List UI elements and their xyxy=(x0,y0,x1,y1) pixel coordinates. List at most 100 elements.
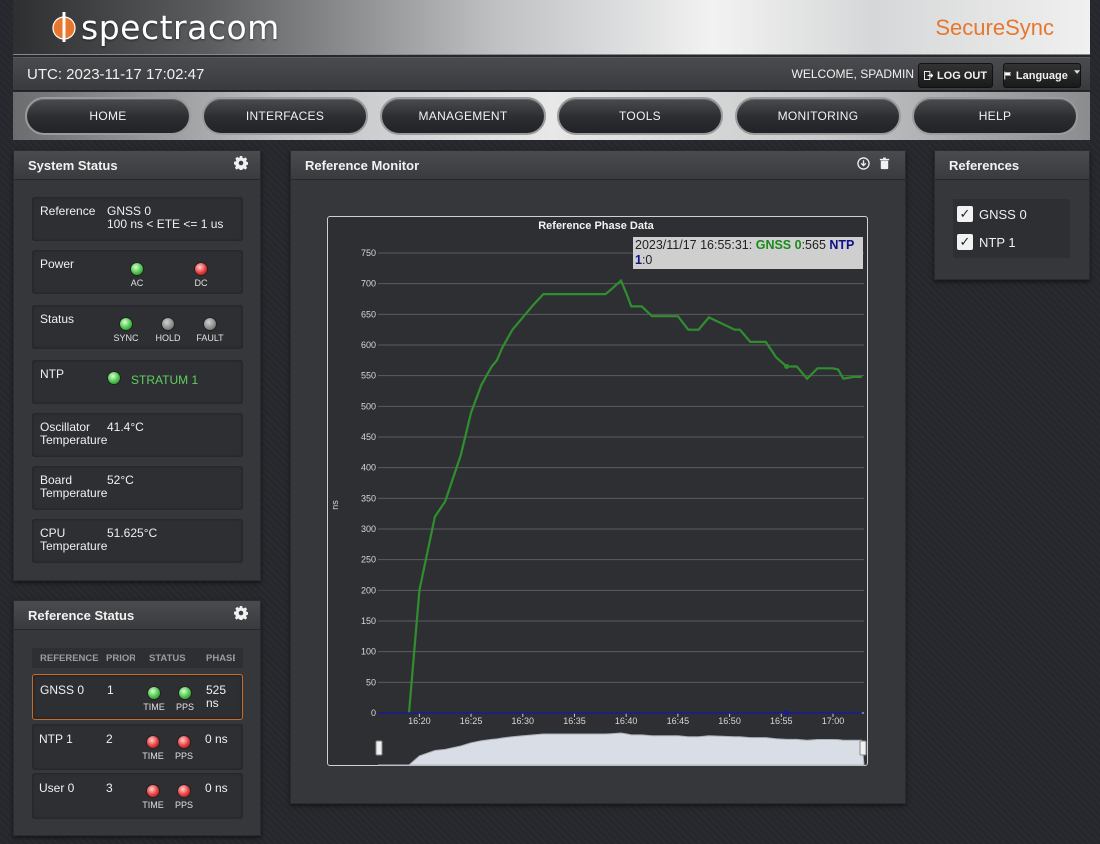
y-tick-label: 450 xyxy=(361,432,376,442)
time-led xyxy=(146,784,160,798)
oscillator-temperature-label: Oscillator Temperature xyxy=(40,421,107,447)
reference-toggle-gnss-0[interactable]: ✓ GNSS 0 xyxy=(953,199,1070,230)
references-title: References xyxy=(949,158,1020,173)
reference-toggle-label: NTP 1 xyxy=(979,235,1016,250)
reference-monitor-panel: Reference Monitor Reference Phase Data n… xyxy=(290,150,906,804)
gear-icon[interactable] xyxy=(234,606,248,620)
spectracom-logo[interactable]: spectracom xyxy=(51,7,280,47)
power-ac-led xyxy=(130,262,144,276)
logo-text: spectracom xyxy=(81,7,280,47)
y-tick-label: 50 xyxy=(366,677,376,687)
system-status-panel: System Status Reference GNSS 0 100 ns < … xyxy=(13,150,261,581)
y-tick-label: 700 xyxy=(361,279,376,289)
system-status-title: System Status xyxy=(28,158,118,173)
x-tick-label: 16:40 xyxy=(615,716,638,726)
spectracom-logo-icon xyxy=(52,12,76,42)
oscillator-temperature-row: Oscillator Temperature 41.4°C xyxy=(32,413,243,457)
y-tick-label: 650 xyxy=(361,309,376,319)
reference-priority: 2 xyxy=(106,732,113,746)
table-row[interactable]: NTP 1 2 TIME PPS 0 ns xyxy=(32,724,243,770)
table-row[interactable]: GNSS 0 1 TIME PPS 525 ns xyxy=(32,674,243,720)
reference-row: Reference GNSS 0 100 ns < ETE <= 1 us xyxy=(32,197,243,241)
checkbox-checked-icon[interactable]: ✓ xyxy=(957,234,973,250)
hover-point-ntp-1 xyxy=(784,710,790,716)
reference-monitor-title: Reference Monitor xyxy=(305,158,420,173)
oscillator-temperature-value: 41.4°C xyxy=(107,420,144,434)
temperature-label: Temperature xyxy=(40,539,108,553)
references-header: References xyxy=(935,151,1089,180)
tooltip-series-1-value: :0 xyxy=(641,253,653,267)
status-sync-label: SYNC xyxy=(113,333,139,343)
phase-unit: ns xyxy=(206,696,219,710)
gear-icon[interactable] xyxy=(234,156,248,170)
references-panel: References ✓ GNSS 0 ✓ NTP 1 xyxy=(934,150,1090,280)
col-phase[interactable]: PHASE xyxy=(206,653,235,664)
language-dropdown[interactable]: Language xyxy=(1003,63,1081,88)
y-tick-label: 400 xyxy=(361,463,376,473)
phase-chart[interactable]: Reference Phase Data ns 0 50 100 150 200 250 3… xyxy=(327,216,868,766)
chart-tooltip: 2023/11/17 16:55:31: GNSS 0:565 NTP 1:0 xyxy=(633,237,863,269)
nav-management[interactable]: MANAGEMENT xyxy=(380,97,546,135)
y-tick-label: 200 xyxy=(361,585,376,595)
tooltip-series-1-name-b: 1 xyxy=(635,253,642,267)
tooltip-series-1-name-a: NTP xyxy=(829,238,855,252)
pps-label: PPS xyxy=(174,800,193,810)
ntp-stratum: STRATUM 1 xyxy=(131,373,199,387)
welcome-text: WELCOME, SPADMIN xyxy=(791,67,914,81)
power-dc-label: DC xyxy=(194,278,208,288)
ntp-led xyxy=(107,371,121,385)
status-fault-led xyxy=(203,317,217,331)
board-temperature-label: Board Temperature xyxy=(40,474,107,500)
tooltip-series-0-value: :565 xyxy=(801,238,830,252)
col-priority[interactable]: PRIORITY xyxy=(106,653,135,664)
y-tick-label: 150 xyxy=(361,616,376,626)
language-label: Language xyxy=(1015,69,1068,82)
col-reference[interactable]: REFERENCE xyxy=(40,653,104,664)
nav-monitoring[interactable]: MONITORING xyxy=(735,97,901,135)
temperature-label: Temperature xyxy=(40,433,108,447)
nav-interfaces[interactable]: INTERFACES xyxy=(202,97,368,135)
phase-chart-svg[interactable]: Reference Phase Data ns 0 50 100 150 200 250 3… xyxy=(328,217,869,767)
chart-y-ticks: 0 50 100 150 200 250 300 350 400 450 500 550 600 650 7… xyxy=(361,248,376,718)
hover-point-gnss-0 xyxy=(784,363,790,369)
x-tick-label: 16:30 xyxy=(512,716,535,726)
x-tick-label: 16:55 xyxy=(770,716,793,726)
download-icon[interactable] xyxy=(857,157,870,170)
y-tick-label: 0 xyxy=(371,708,376,718)
x-tick-label: 16:25 xyxy=(460,716,483,726)
y-tick-label: 500 xyxy=(361,401,376,411)
reference-status-header: Reference Status xyxy=(14,601,260,630)
col-status[interactable]: STATUS xyxy=(149,653,199,664)
reference-phase: 0 ns xyxy=(205,732,228,746)
table-row[interactable]: User 0 3 TIME PPS 0 ns xyxy=(32,773,243,819)
y-tick-label: 550 xyxy=(361,371,376,381)
status-row: Status SYNC HOLD FAULT xyxy=(32,305,243,349)
x-tick-label: 16:20 xyxy=(408,716,431,726)
trash-icon[interactable] xyxy=(878,157,891,170)
reference-name: NTP 1 xyxy=(39,732,73,746)
time-led xyxy=(146,735,160,749)
chart-x-ticks: 16:20 16:25 16:30 16:35 16:40 16:45 16:50 16:55… xyxy=(408,713,844,726)
power-label: Power xyxy=(40,257,75,271)
main-nav: HOME INTERFACES MANAGEMENT TOOLS MONITOR… xyxy=(13,92,1090,140)
utc-bar: UTC: 2023-11-17 17:02:47 WELCOME, SPADMI… xyxy=(13,57,1090,91)
y-tick-label: 600 xyxy=(361,340,376,350)
checkbox-checked-icon[interactable]: ✓ xyxy=(957,206,973,222)
reference-toggle-ntp-1[interactable]: ✓ NTP 1 xyxy=(953,227,1070,258)
logout-icon xyxy=(923,71,933,80)
nav-tools[interactable]: TOOLS xyxy=(557,97,723,135)
chart-navigator[interactable] xyxy=(375,732,867,766)
ntp-label: NTP xyxy=(40,367,64,381)
nav-home[interactable]: HOME xyxy=(25,97,191,135)
cpu-temperature-row: CPU Temperature 51.625°C xyxy=(32,519,243,563)
power-dc-led xyxy=(194,262,208,276)
reference-priority: 3 xyxy=(106,781,113,795)
chart-y-axis-label: ns xyxy=(330,500,340,510)
tooltip-series-0-name: GNSS 0 xyxy=(755,238,802,252)
logout-button[interactable]: LOG OUT xyxy=(918,63,993,88)
x-tick-label: 16:50 xyxy=(718,716,741,726)
reference-phase: 0 ns xyxy=(205,781,228,795)
board-temperature-value: 52°C xyxy=(107,473,134,487)
logout-label: LOG OUT xyxy=(936,69,988,82)
nav-help[interactable]: HELP xyxy=(912,97,1078,135)
